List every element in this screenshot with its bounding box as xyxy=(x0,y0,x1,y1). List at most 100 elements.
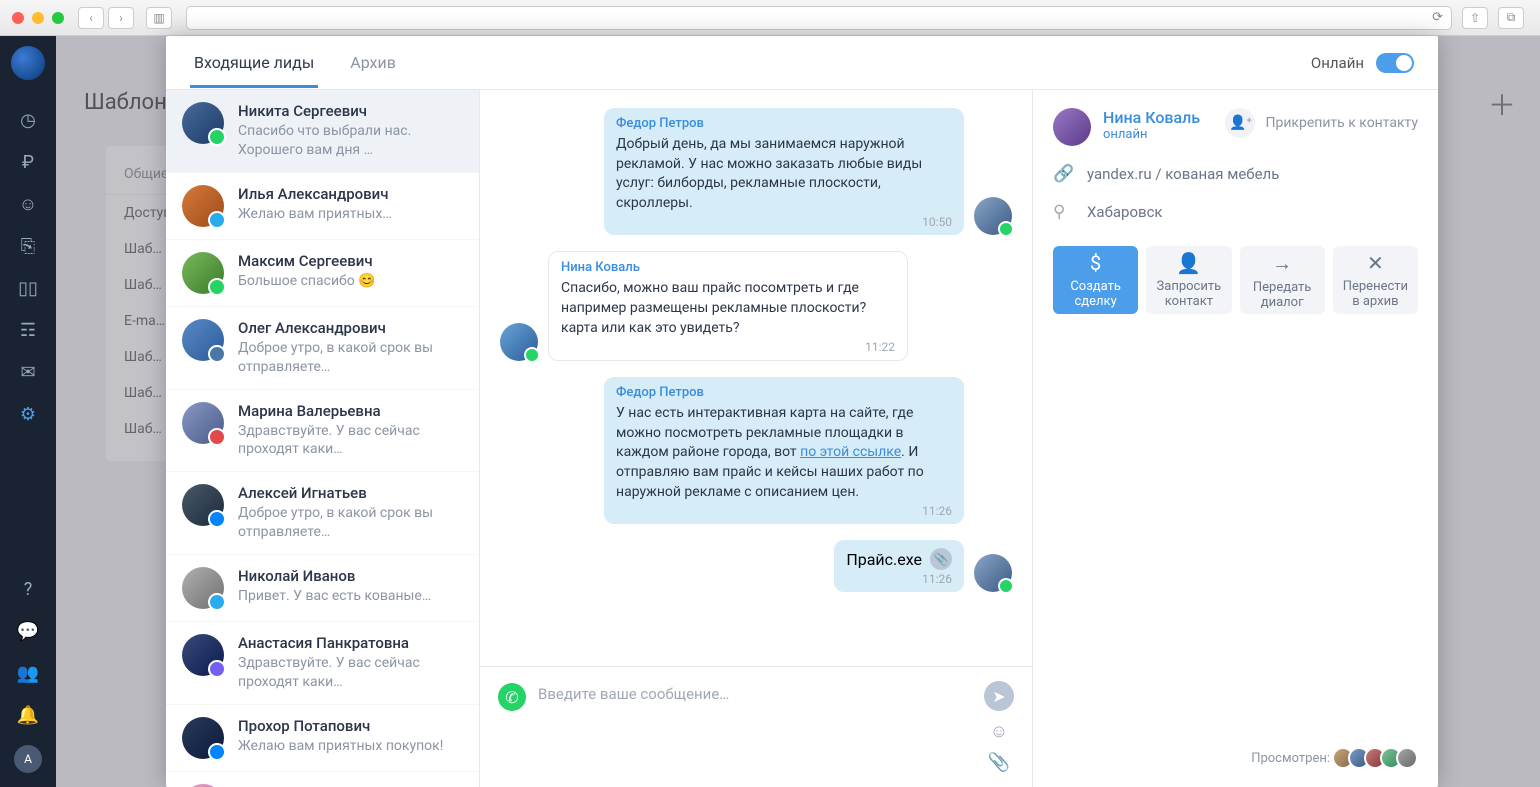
emoji-icon[interactable]: ☺ xyxy=(990,721,1008,742)
message-row: Прайс.exe 📎 11:26 xyxy=(500,540,1012,592)
action-icon: ✕ xyxy=(1367,251,1384,275)
conversation-item[interactable]: Марина Валерьевна Здравствуйте. У вас се… xyxy=(166,390,479,473)
viewed-by: Просмотрен: xyxy=(1053,727,1418,769)
conversation-name: Алексей Игнатьев xyxy=(238,484,463,502)
inbox-icon[interactable]: ⎘ xyxy=(16,234,40,258)
chat-pane: Федор Петров Добрый день, да мы занимаем… xyxy=(480,90,1032,787)
message-row: Нина Коваль Спасибо, можно ваш прайс пос… xyxy=(500,251,1012,361)
viewed-label: Просмотрен: xyxy=(1251,751,1330,766)
leads-dialog: Входящие лиды Архив Онлайн Никита Сергее… xyxy=(166,36,1438,787)
message-bubble: Федор Петров У нас есть интерактивная ка… xyxy=(604,377,964,524)
conversation-item[interactable]: Прохор Потапович Желаю вам приятных поку… xyxy=(166,705,479,772)
conversation-item[interactable]: Анастасия Панкратовна Здравствуйте. У ва… xyxy=(166,622,479,705)
conversation-item[interactable]: Никита Сергеевич Спасибо что выбрали нас… xyxy=(166,90,479,173)
conversation-item[interactable]: Николай Иванов Привет. У вас есть кованы… xyxy=(166,555,479,622)
contact-link: yandex.ru / кованая мебель xyxy=(1087,165,1279,183)
action-icon: → xyxy=(1272,251,1292,276)
message-sender: Нина Коваль xyxy=(561,260,895,275)
forward-button[interactable]: › xyxy=(108,7,134,29)
action-создать[interactable]: $ Создатьсделку xyxy=(1053,246,1138,314)
online-label: Онлайн xyxy=(1311,54,1364,72)
conversation-name: Анастасия Панкратовна xyxy=(238,634,463,652)
dashboard-icon[interactable]: ◷ xyxy=(16,108,40,132)
conversation-item[interactable]: Алексей Игнатьев Доброе утро, в какой ср… xyxy=(166,472,479,555)
chat-messages[interactable]: Федор Петров Добрый день, да мы занимаем… xyxy=(480,90,1032,666)
conversation-preview: Здравствуйте. У вас сейчас проходят каки… xyxy=(238,422,463,460)
message-time: 11:26 xyxy=(616,504,952,518)
contact-city-row: ⚲ Хабаровск xyxy=(1053,202,1418,222)
tabs-button[interactable]: ⧉ xyxy=(1498,7,1524,29)
action-label: Перенестив архив xyxy=(1343,279,1408,309)
left-rail: ◷ ₽ ☺ ⎘ ▯▯ ☶ ✉ ⚙ ? 💬 👥 🔔 A xyxy=(0,36,56,787)
tab-archive[interactable]: Архив xyxy=(346,37,400,88)
message-text: Добрый день, да мы занимаемся наружной р… xyxy=(616,135,952,213)
conversation-preview: Большое спасибо 😊 xyxy=(238,272,463,291)
conversation-name: Илья Александрович xyxy=(238,185,463,203)
action-перенести[interactable]: ✕ Перенестив архив xyxy=(1333,246,1418,314)
tab-incoming[interactable]: Входящие лиды xyxy=(190,37,318,88)
sidebar-button[interactable]: ▥ xyxy=(146,7,172,29)
ruble-icon[interactable]: ₽ xyxy=(16,150,40,174)
channel-tg-icon xyxy=(208,593,226,611)
action-передать[interactable]: → Передатьдиалог xyxy=(1240,246,1325,314)
attach-icon[interactable]: 📎 xyxy=(988,752,1010,773)
online-toggle[interactable] xyxy=(1376,53,1414,73)
file-message[interactable]: Прайс.exe 📎 11:26 xyxy=(834,540,964,592)
action-label: Создатьсделку xyxy=(1070,279,1121,309)
dialog-tabs: Входящие лиды Архив Онлайн xyxy=(166,36,1438,90)
message-time: 10:50 xyxy=(616,215,952,229)
help-icon[interactable]: ? xyxy=(16,577,40,601)
channel-vk-icon xyxy=(208,345,226,363)
team-icon[interactable]: 👥 xyxy=(16,661,40,685)
maximize-window-icon[interactable] xyxy=(52,12,64,24)
conversation-item[interactable]: Екатерина Вячеславовна Большое спасибо 😊 xyxy=(166,772,479,787)
message-text: Спасибо, можно ваш прайс посомтреть и гд… xyxy=(561,279,895,338)
conversations-list[interactable]: Никита Сергеевич Спасибо что выбрали нас… xyxy=(166,90,480,787)
location-icon: ⚲ xyxy=(1053,202,1075,222)
conversation-preview: Желаю вам приятных… xyxy=(238,205,463,224)
message-time: 11:22 xyxy=(561,340,895,354)
message-avatar xyxy=(974,197,1012,235)
channel-tg-icon xyxy=(208,211,226,229)
message-row: Федор Петров Добрый день, да мы занимаем… xyxy=(500,108,1012,235)
url-bar[interactable]: ⟳ xyxy=(186,6,1452,30)
app-logo-icon[interactable] xyxy=(11,46,45,80)
avatar xyxy=(182,634,224,676)
conversation-name: Николай Иванов xyxy=(238,567,463,585)
conversation-item[interactable]: Максим Сергеевич Большое спасибо 😊 xyxy=(166,240,479,307)
contact-name[interactable]: Нина Коваль xyxy=(1103,108,1200,127)
reload-icon[interactable]: ⟳ xyxy=(1432,10,1443,25)
contact-link-row[interactable]: 🔗 yandex.ru / кованая мебель xyxy=(1053,164,1418,184)
attach-to-contact-button[interactable]: 👤⁺ Прикрепить к контакту xyxy=(1225,108,1418,138)
chat-input-bar: ✆ ➤ ☺ 📎 xyxy=(480,666,1032,787)
avatar xyxy=(182,252,224,294)
attach-label: Прикрепить к контакту xyxy=(1265,115,1418,131)
user-avatar[interactable]: A xyxy=(14,745,42,773)
settings-icon[interactable]: ⚙ xyxy=(16,402,40,426)
chat-icon[interactable]: 💬 xyxy=(16,619,40,643)
viewer-avatar[interactable] xyxy=(1396,747,1418,769)
contacts-icon[interactable]: ☺ xyxy=(16,192,40,216)
channel-whatsapp-icon[interactable]: ✆ xyxy=(498,683,526,711)
send-button[interactable]: ➤ xyxy=(984,681,1014,711)
share-button[interactable]: ⇧ xyxy=(1462,7,1488,29)
message-input[interactable] xyxy=(538,681,972,703)
conversation-name: Олег Александрович xyxy=(238,319,463,337)
columns-icon[interactable]: ▯▯ xyxy=(16,276,40,300)
link-icon: 🔗 xyxy=(1053,164,1075,184)
back-button[interactable]: ‹ xyxy=(78,7,104,29)
contact-status: онлайн xyxy=(1103,127,1200,142)
contact-actions: $ Создатьсделку👤 Запроситьконтакт→ Перед… xyxy=(1053,246,1418,314)
mail-icon[interactable]: ✉ xyxy=(16,360,40,384)
calendar-icon[interactable]: ☶ xyxy=(16,318,40,342)
close-window-icon[interactable] xyxy=(12,12,24,24)
minimize-window-icon[interactable] xyxy=(32,12,44,24)
conversation-item[interactable]: Илья Александрович Желаю вам приятных… xyxy=(166,173,479,240)
file-name: Прайс.exe xyxy=(846,550,922,569)
action-запросить[interactable]: 👤 Запроситьконтакт xyxy=(1146,246,1231,314)
bell-icon[interactable]: 🔔 xyxy=(16,703,40,727)
conversation-preview: Доброе утро, в какой срок вы отправляете… xyxy=(238,339,463,377)
avatar xyxy=(182,484,224,526)
conversation-item[interactable]: Олег Александрович Доброе утро, в какой … xyxy=(166,307,479,390)
channel-vi-icon xyxy=(208,660,226,678)
